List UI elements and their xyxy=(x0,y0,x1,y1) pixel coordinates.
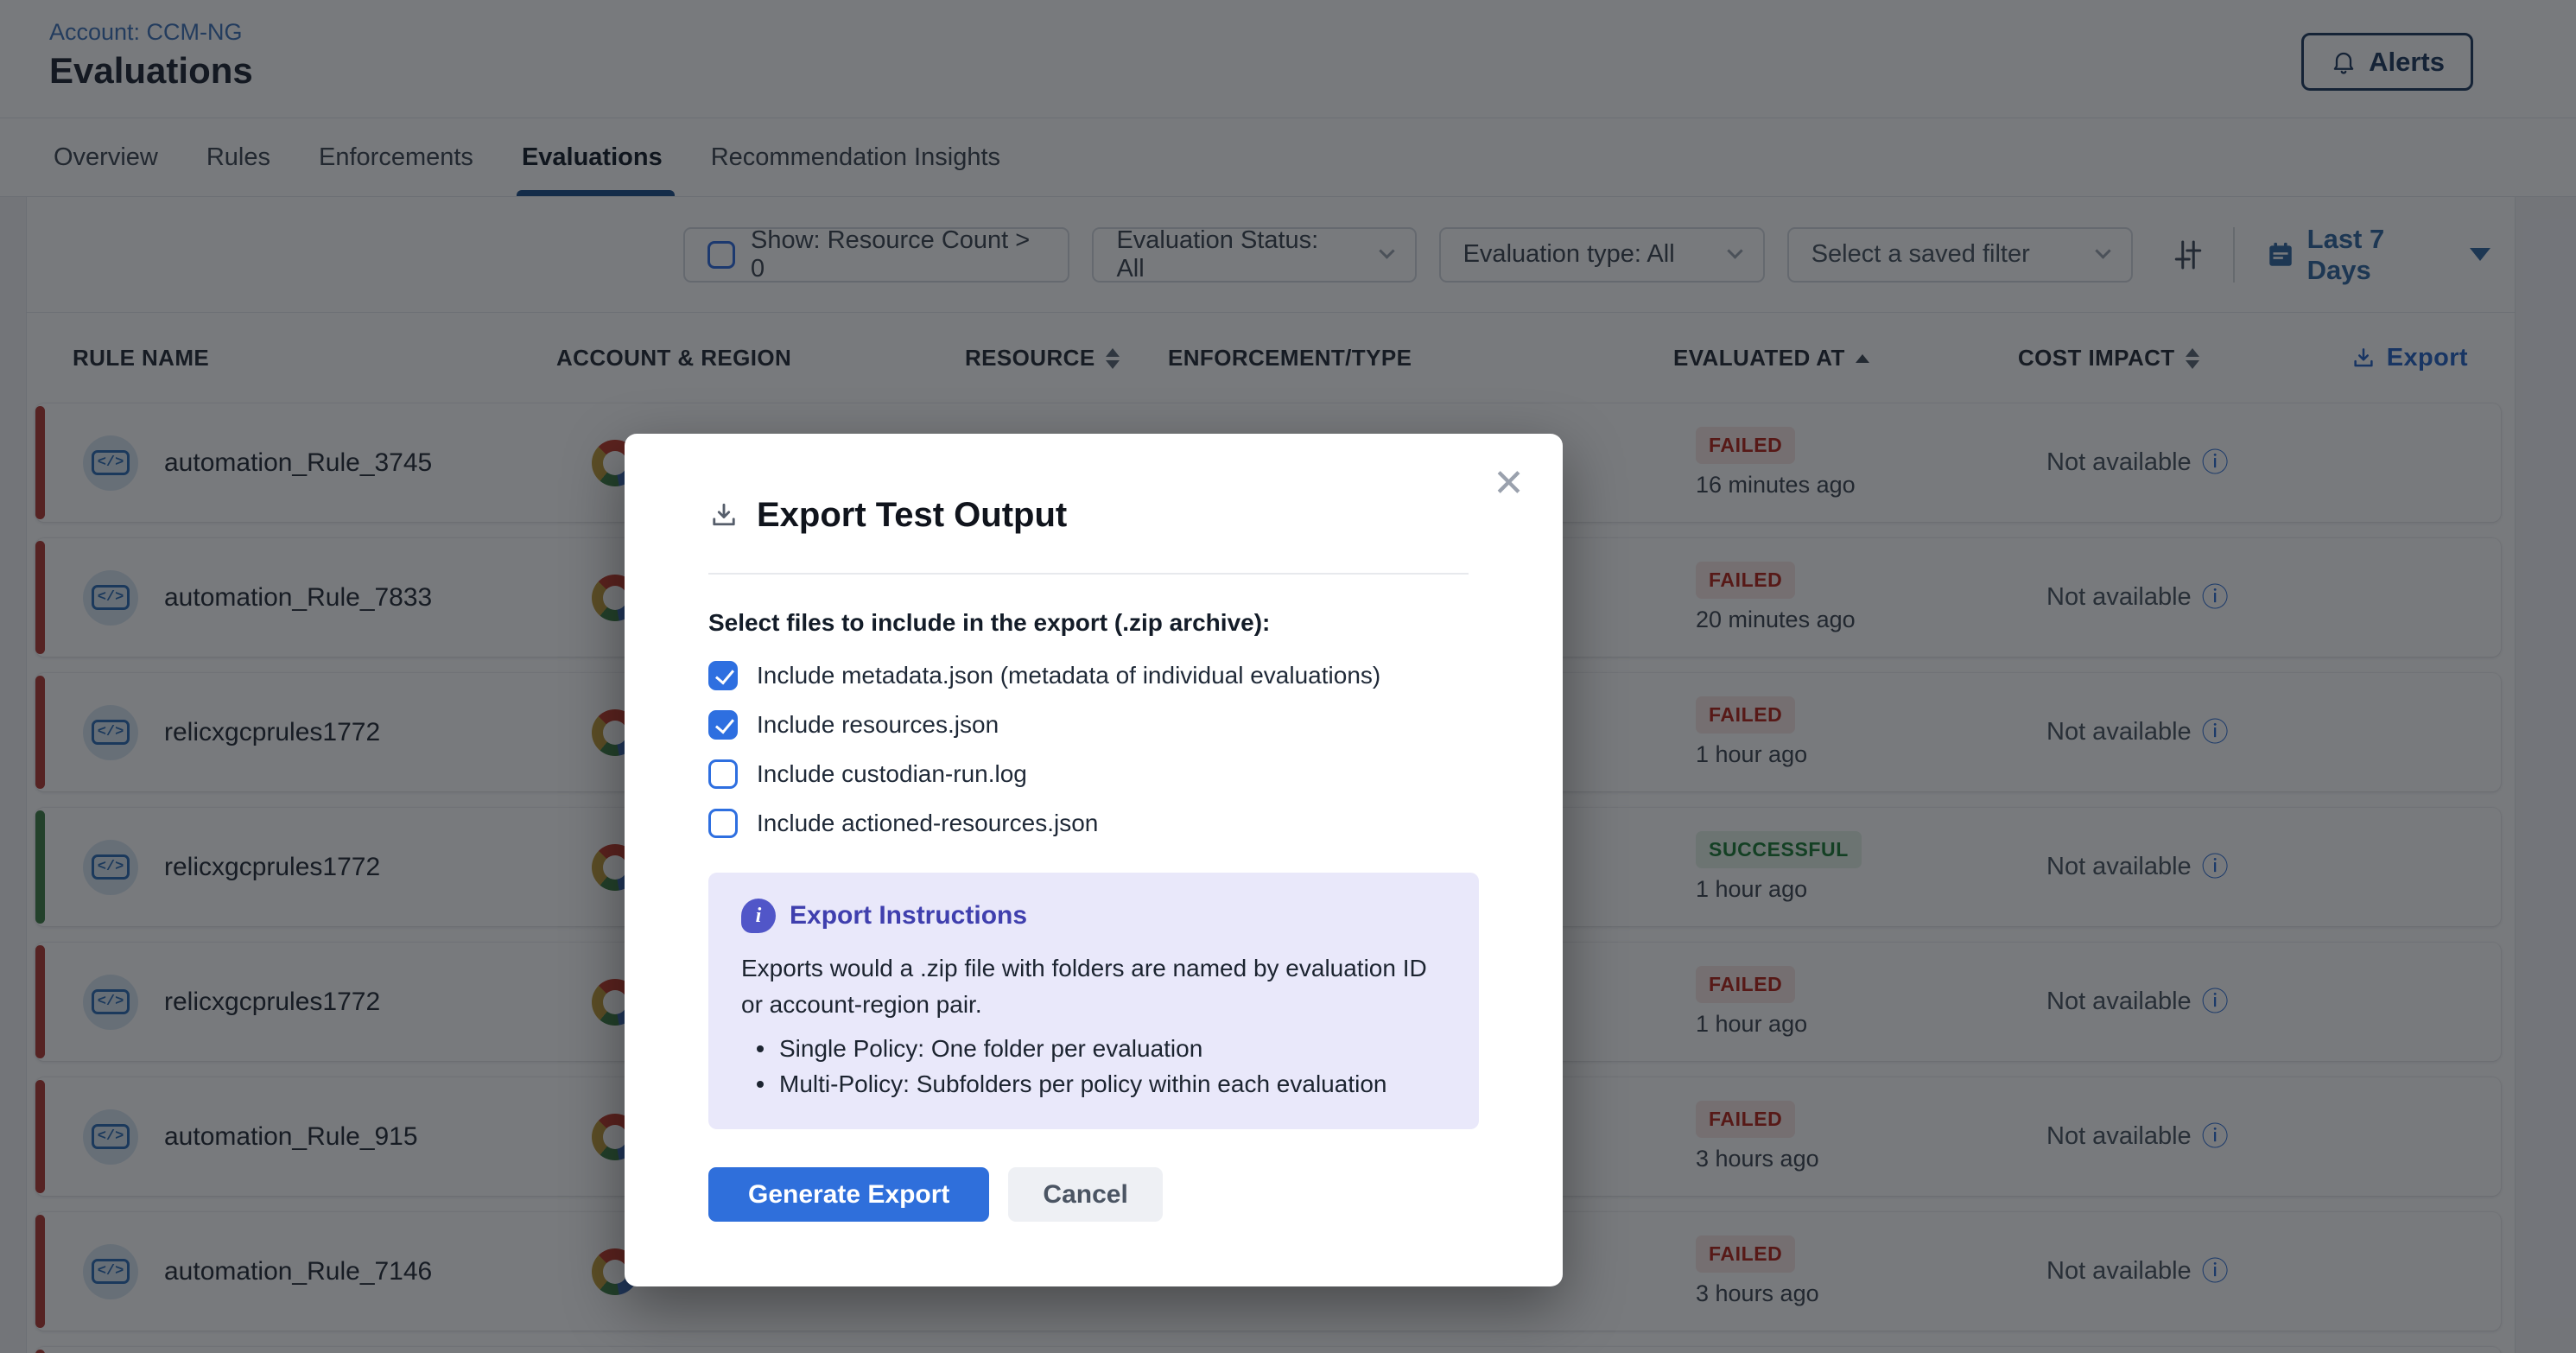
include-metadata-option[interactable]: Include metadata.json (metadata of indiv… xyxy=(708,661,1479,690)
generate-export-button[interactable]: Generate Export xyxy=(708,1167,989,1222)
include-actioned-resources-option[interactable]: Include actioned-resources.json xyxy=(708,809,1479,838)
info-bubble-icon: i xyxy=(741,899,776,933)
download-icon xyxy=(708,500,739,531)
checkbox-checked[interactable] xyxy=(708,661,738,690)
modal-title: Export Test Output xyxy=(757,496,1067,535)
checkbox-unchecked[interactable] xyxy=(708,759,738,789)
include-resources-option[interactable]: Include resources.json xyxy=(708,710,1479,740)
select-files-label: Select files to include in the export (.… xyxy=(708,609,1479,637)
export-instructions-panel: i Export Instructions Exports would a .z… xyxy=(708,873,1479,1129)
checkbox-unchecked[interactable] xyxy=(708,809,738,838)
export-instructions-bullets: Single Policy: One folder per evaluation… xyxy=(753,1032,1446,1102)
bullet-multi-policy: Multi-Policy: Subfolders per policy with… xyxy=(753,1067,1446,1102)
divider xyxy=(708,573,1469,575)
export-instructions-title: Export Instructions xyxy=(790,901,1027,931)
cancel-button[interactable]: Cancel xyxy=(1008,1167,1162,1222)
include-custodian-run-log-option[interactable]: Include custodian-run.log xyxy=(708,759,1479,789)
close-icon[interactable]: ✕ xyxy=(1493,465,1525,503)
export-test-output-modal: ✕ Export Test Output Select files to inc… xyxy=(625,434,1563,1286)
checkbox-checked[interactable] xyxy=(708,710,738,740)
export-file-options: Include metadata.json (metadata of indiv… xyxy=(708,661,1479,838)
export-instructions-body: Exports would a .zip file with folders a… xyxy=(741,950,1446,1023)
bullet-single-policy: Single Policy: One folder per evaluation xyxy=(753,1032,1446,1067)
